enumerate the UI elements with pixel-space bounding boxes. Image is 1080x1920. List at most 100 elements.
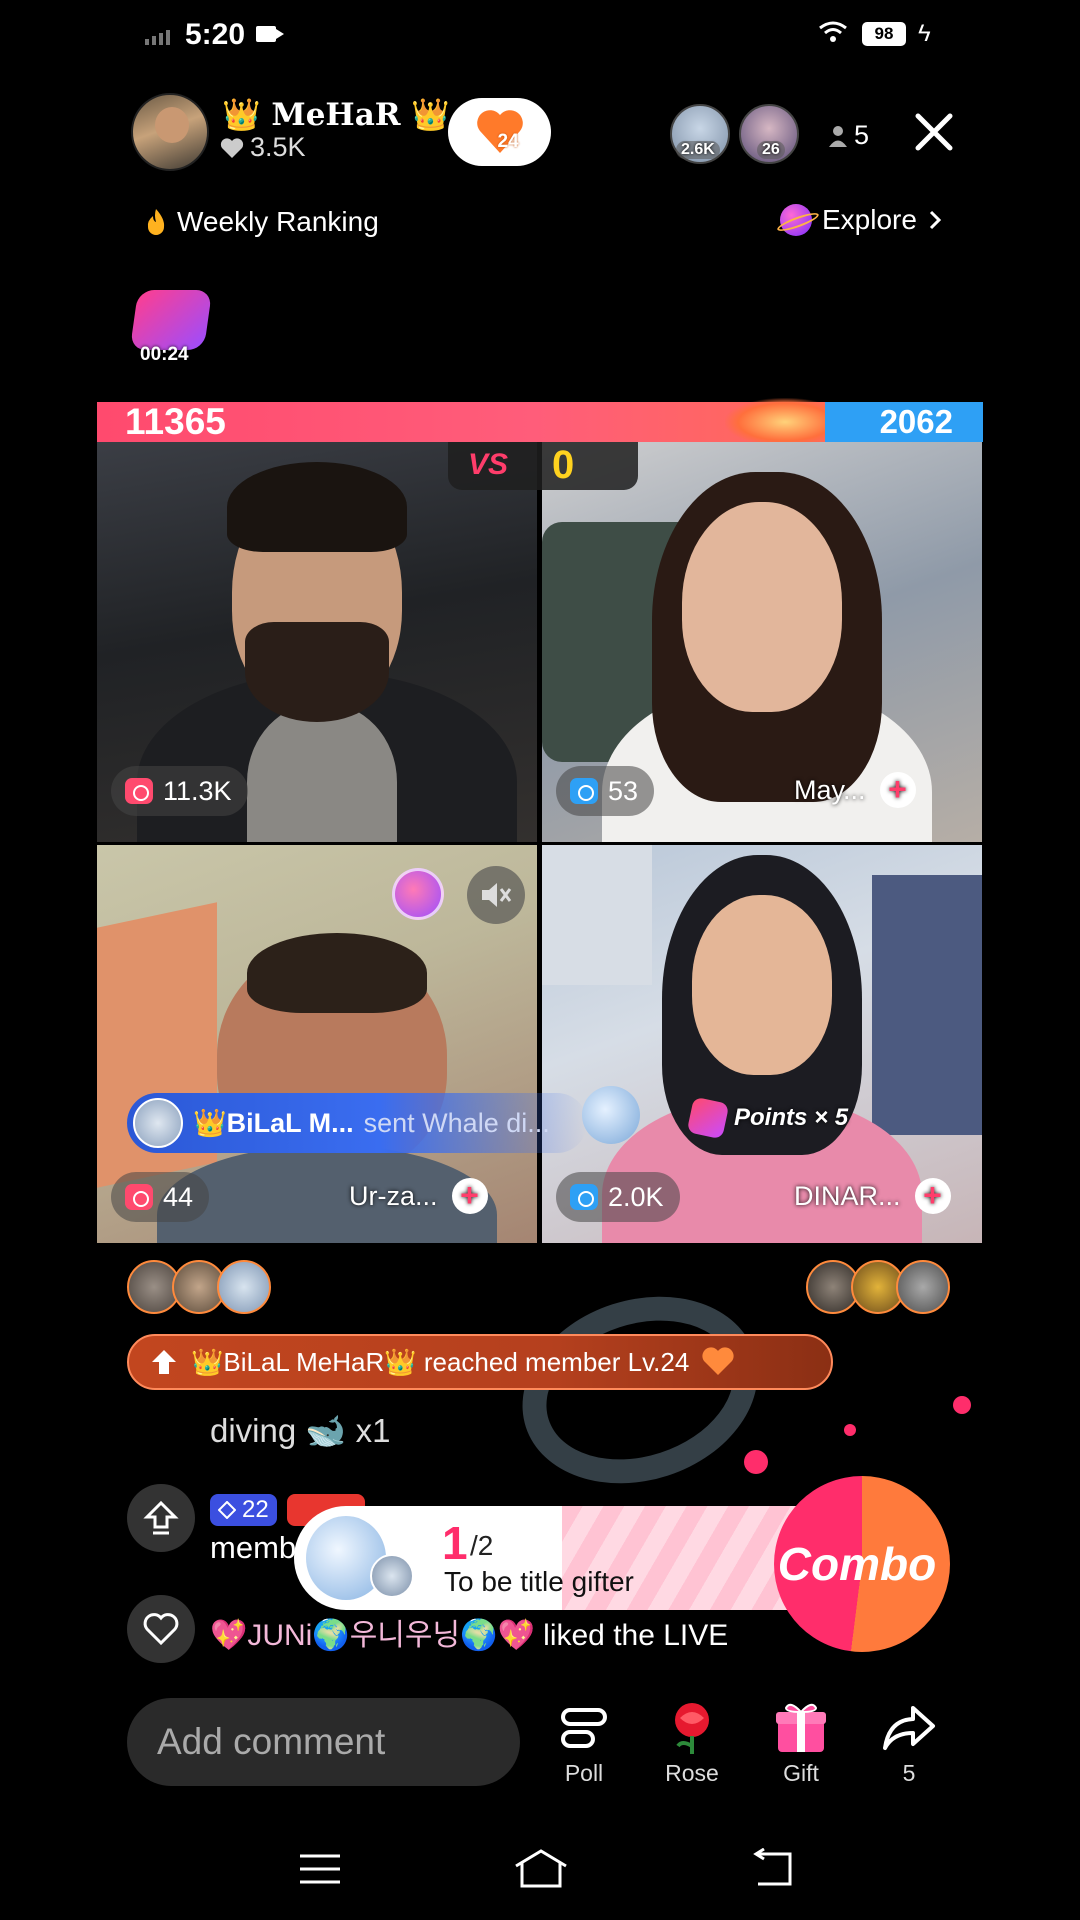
plus-icon[interactable]: +	[914, 1178, 951, 1214]
back-icon[interactable]	[750, 1848, 796, 1888]
fan-heart-icon	[702, 1347, 734, 1375]
poll-label: Poll	[564, 1760, 604, 1786]
tile-1-count[interactable]: 11.3K	[111, 766, 248, 816]
battle-points: 0	[552, 443, 575, 487]
level-badge: 22	[210, 1494, 277, 1526]
chat-upgrade-button[interactable]	[127, 1484, 195, 1552]
combo-card: 1 /2 To be title gifter	[294, 1506, 854, 1610]
diamond-icon	[218, 1501, 236, 1519]
chevron-right-icon	[929, 210, 942, 230]
gift-notification: 👑BiLaL M... sent Whale di...	[127, 1093, 587, 1153]
supporter-left-3[interactable]	[217, 1260, 271, 1314]
heart-icon	[220, 137, 244, 158]
tile-2-guest[interactable]: May... +	[794, 772, 916, 808]
rose-icon	[647, 1700, 737, 1756]
rose-label: Rose	[665, 1760, 719, 1786]
chat-message-3: 💖JUNi🌍우니우닝🌍💖 liked the LIVE	[210, 1610, 728, 1654]
video-tile-4[interactable]: 2.0K DINAR... +	[542, 845, 982, 1243]
status-time: 5:20	[185, 18, 246, 51]
tile-2-count[interactable]: 53	[556, 766, 655, 816]
close-icon[interactable]	[912, 110, 956, 154]
tile-2-count-value: 53	[608, 775, 639, 806]
menu-icon[interactable]	[298, 1852, 342, 1886]
gift-boost-icon[interactable]	[392, 868, 444, 920]
host-likes: 3.5K	[220, 132, 306, 163]
chat-message-3-user: 💖JUNi🌍우니우닝🌍💖	[210, 1619, 535, 1652]
gift-button[interactable]: Gift	[756, 1700, 846, 1787]
explore-link[interactable]: Explore	[780, 204, 943, 236]
gift-animation-ring	[498, 1267, 782, 1513]
vs-badge: VS 0	[448, 442, 638, 490]
tile-3-count-value: 44	[163, 1181, 194, 1212]
tile-3-guest[interactable]: Ur-za... +	[349, 1178, 488, 1214]
fan-club-badge[interactable]: 24	[448, 98, 551, 166]
video-tile-1[interactable]: 11.3K	[97, 442, 537, 842]
home-icon[interactable]	[512, 1848, 570, 1888]
plus-icon[interactable]: +	[451, 1178, 488, 1214]
comment-input[interactable]: Add comment	[127, 1698, 520, 1786]
combo-total: /2	[470, 1530, 494, 1561]
fan-heart-icon: 24	[474, 109, 526, 155]
like-button[interactable]	[127, 1595, 195, 1663]
tile-4-count[interactable]: 2.0K	[556, 1172, 680, 1222]
weekly-ranking-label: Weekly Ranking	[177, 206, 379, 237]
gift-sender-avatar	[133, 1098, 183, 1148]
flame-icon	[147, 209, 165, 235]
video-tile-2[interactable]: 53 May... +	[542, 442, 982, 842]
tile-4-count-value: 2.0K	[608, 1181, 664, 1212]
points-tag-label: Points × 5	[734, 1104, 849, 1131]
level-badge-value: 22	[242, 1496, 269, 1523]
whale-gift-icon	[582, 1086, 640, 1144]
explore-label: Explore	[822, 204, 917, 235]
gift-description: sent Whale di...	[363, 1107, 550, 1138]
tile-3-count[interactable]: 44	[111, 1172, 210, 1222]
poll-icon	[539, 1700, 629, 1756]
battery-icon: 98	[862, 22, 906, 46]
heart-icon	[143, 1613, 179, 1646]
combo-button-label: Combo	[777, 1538, 937, 1590]
host-name[interactable]: 👑 MeHaR 👑	[222, 96, 450, 133]
chat-message-2: memb	[210, 1530, 297, 1565]
battle-score-left: 11365	[125, 401, 226, 442]
camera-badge-icon	[125, 1184, 153, 1210]
tile-2-guest-name: May...	[794, 774, 866, 805]
viewer-count-number: 5	[854, 120, 870, 150]
chat-message-1: diving 🐋 x1	[210, 1412, 391, 1449]
share-icon	[864, 1700, 954, 1756]
wifi-icon	[819, 21, 847, 42]
promo-widget[interactable]: 00:24	[126, 288, 213, 368]
top-viewer-tag-1: 2.6K	[676, 141, 720, 159]
rose-button[interactable]: Rose	[647, 1700, 737, 1787]
combo-button[interactable]: Combo	[774, 1476, 950, 1652]
member-level-text: 👑BiLaL MeHaR👑 reached member Lv.24	[191, 1346, 690, 1377]
status-bar: 5:20 98 ϟ	[0, 0, 1080, 70]
plus-icon[interactable]: +	[879, 772, 916, 808]
chat-message-3-text: liked the LIVE	[543, 1619, 729, 1652]
share-count: 5	[902, 1760, 916, 1786]
weekly-ranking-link[interactable]: Weekly Ranking	[143, 206, 379, 238]
animation-dot	[844, 1424, 856, 1436]
host-avatar[interactable]	[131, 93, 209, 171]
viewer-count[interactable]: 5	[828, 120, 869, 151]
charging-icon: ϟ	[918, 20, 931, 47]
camera-badge-icon	[125, 778, 153, 804]
poll-button[interactable]: Poll	[539, 1700, 629, 1787]
planet-icon	[780, 204, 812, 236]
points-tag: Points × 5	[686, 1096, 849, 1140]
tile-3-guest-name: Ur-za...	[349, 1180, 438, 1211]
camera-icon	[256, 26, 284, 42]
host-likes-count: 3.5K	[250, 132, 306, 162]
camera-badge-icon	[570, 778, 598, 804]
tile-4-guest-name: DINAR...	[794, 1180, 901, 1211]
camera-badge-icon	[570, 1184, 598, 1210]
member-level-banner: 👑BiLaL MeHaR👑 reached member Lv.24	[127, 1334, 833, 1390]
system-nav-bar	[0, 1830, 1080, 1920]
upload-arrow-icon	[143, 1500, 179, 1535]
share-button[interactable]: 5	[864, 1700, 954, 1787]
tile-4-guest[interactable]: DINAR... +	[794, 1178, 951, 1214]
mute-icon[interactable]	[467, 866, 525, 924]
vs-label: VS	[468, 448, 509, 481]
supporter-right-3[interactable]	[896, 1260, 950, 1314]
gift-label: Gift	[783, 1760, 819, 1786]
gift-icon	[756, 1700, 846, 1756]
